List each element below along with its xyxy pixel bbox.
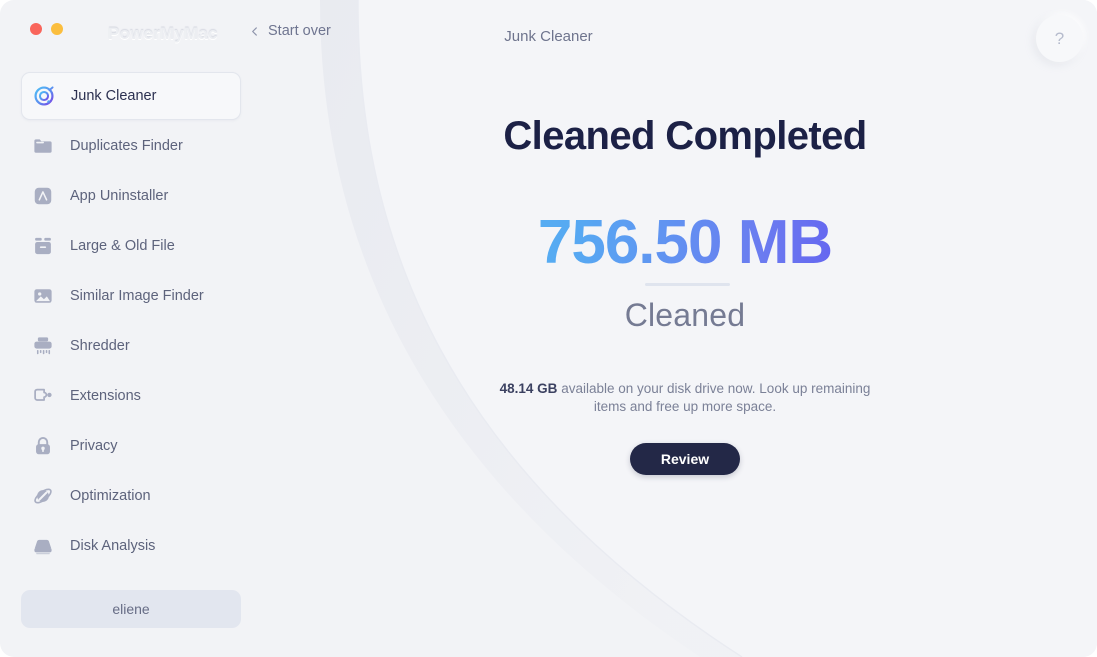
sidebar-item-junk-cleaner[interactable]: Junk Cleaner xyxy=(21,72,241,120)
account-name: eliene xyxy=(112,601,150,617)
lock-icon xyxy=(32,435,54,457)
review-button[interactable]: Review xyxy=(630,443,740,475)
app-window: PowerMyMac Start over Junk Cleaner ? Jun… xyxy=(0,0,1097,657)
sidebar-item-shredder[interactable]: Shredder xyxy=(21,324,241,368)
sidebar-item-label: Duplicates Finder xyxy=(70,138,183,154)
optimization-orbit-icon xyxy=(32,485,54,507)
account-chip[interactable]: eliene xyxy=(21,590,241,628)
archive-box-icon xyxy=(32,235,54,257)
sidebar-item-label: App Uninstaller xyxy=(70,188,169,204)
sidebar-item-label: Large & Old File xyxy=(70,238,175,254)
page-title: Junk Cleaner xyxy=(504,28,593,45)
sidebar-item-optimization[interactable]: Optimization xyxy=(21,474,241,518)
help-button[interactable]: ? xyxy=(1036,15,1083,62)
hard-drive-icon xyxy=(32,535,54,557)
sidebar-item-privacy[interactable]: Privacy xyxy=(21,424,241,468)
review-button-label: Review xyxy=(660,451,710,467)
sidebar-item-large-old-file[interactable]: Large & Old File xyxy=(21,224,241,268)
sidebar-item-app-uninstaller[interactable]: App Uninstaller xyxy=(21,174,241,218)
image-icon xyxy=(32,285,54,307)
headline: Cleaned Completed xyxy=(503,114,867,158)
sidebar-item-label: Junk Cleaner xyxy=(71,88,157,104)
junk-cleaner-icon xyxy=(33,85,55,107)
cleaned-amount-value: 756.50 MB xyxy=(360,207,1010,278)
puzzle-plug-icon xyxy=(32,385,54,407)
sidebar-item-extensions[interactable]: Extensions xyxy=(21,374,241,418)
cleaned-amount-caption: Cleaned xyxy=(624,297,746,333)
sidebar: Junk Cleaner Duplicates Finder App Uninsta… xyxy=(0,62,300,657)
titlebar: PowerMyMac Start over Junk Cleaner ? xyxy=(0,0,1097,62)
disk-space-note-text: available on your disk drive now. Look u… xyxy=(561,381,871,414)
sidebar-item-label: Similar Image Finder xyxy=(70,288,204,304)
shredder-icon xyxy=(32,335,54,357)
main-content: Cleaned Completed 756.50 MB Cleaned 48.1… xyxy=(360,62,1097,657)
folder-icon xyxy=(32,135,54,157)
disk-space-note: 48.14 GB available on your disk drive no… xyxy=(495,380,875,416)
sidebar-item-disk-analysis[interactable]: Disk Analysis xyxy=(21,524,241,568)
sidebar-item-label: Privacy xyxy=(70,438,118,454)
sidebar-item-similar-image-finder[interactable]: Similar Image Finder xyxy=(21,274,241,318)
sidebar-item-label: Shredder xyxy=(70,338,130,354)
sidebar-item-duplicates-finder[interactable]: Duplicates Finder xyxy=(21,124,241,168)
sidebar-item-label: Extensions xyxy=(70,388,141,404)
free-space-value: 48.14 GB xyxy=(499,381,558,396)
sidebar-item-label: Optimization xyxy=(70,488,151,504)
amount-divider xyxy=(645,283,730,286)
sidebar-item-label: Disk Analysis xyxy=(70,538,156,554)
question-mark-icon: ? xyxy=(1054,28,1065,48)
app-store-icon xyxy=(32,185,54,207)
